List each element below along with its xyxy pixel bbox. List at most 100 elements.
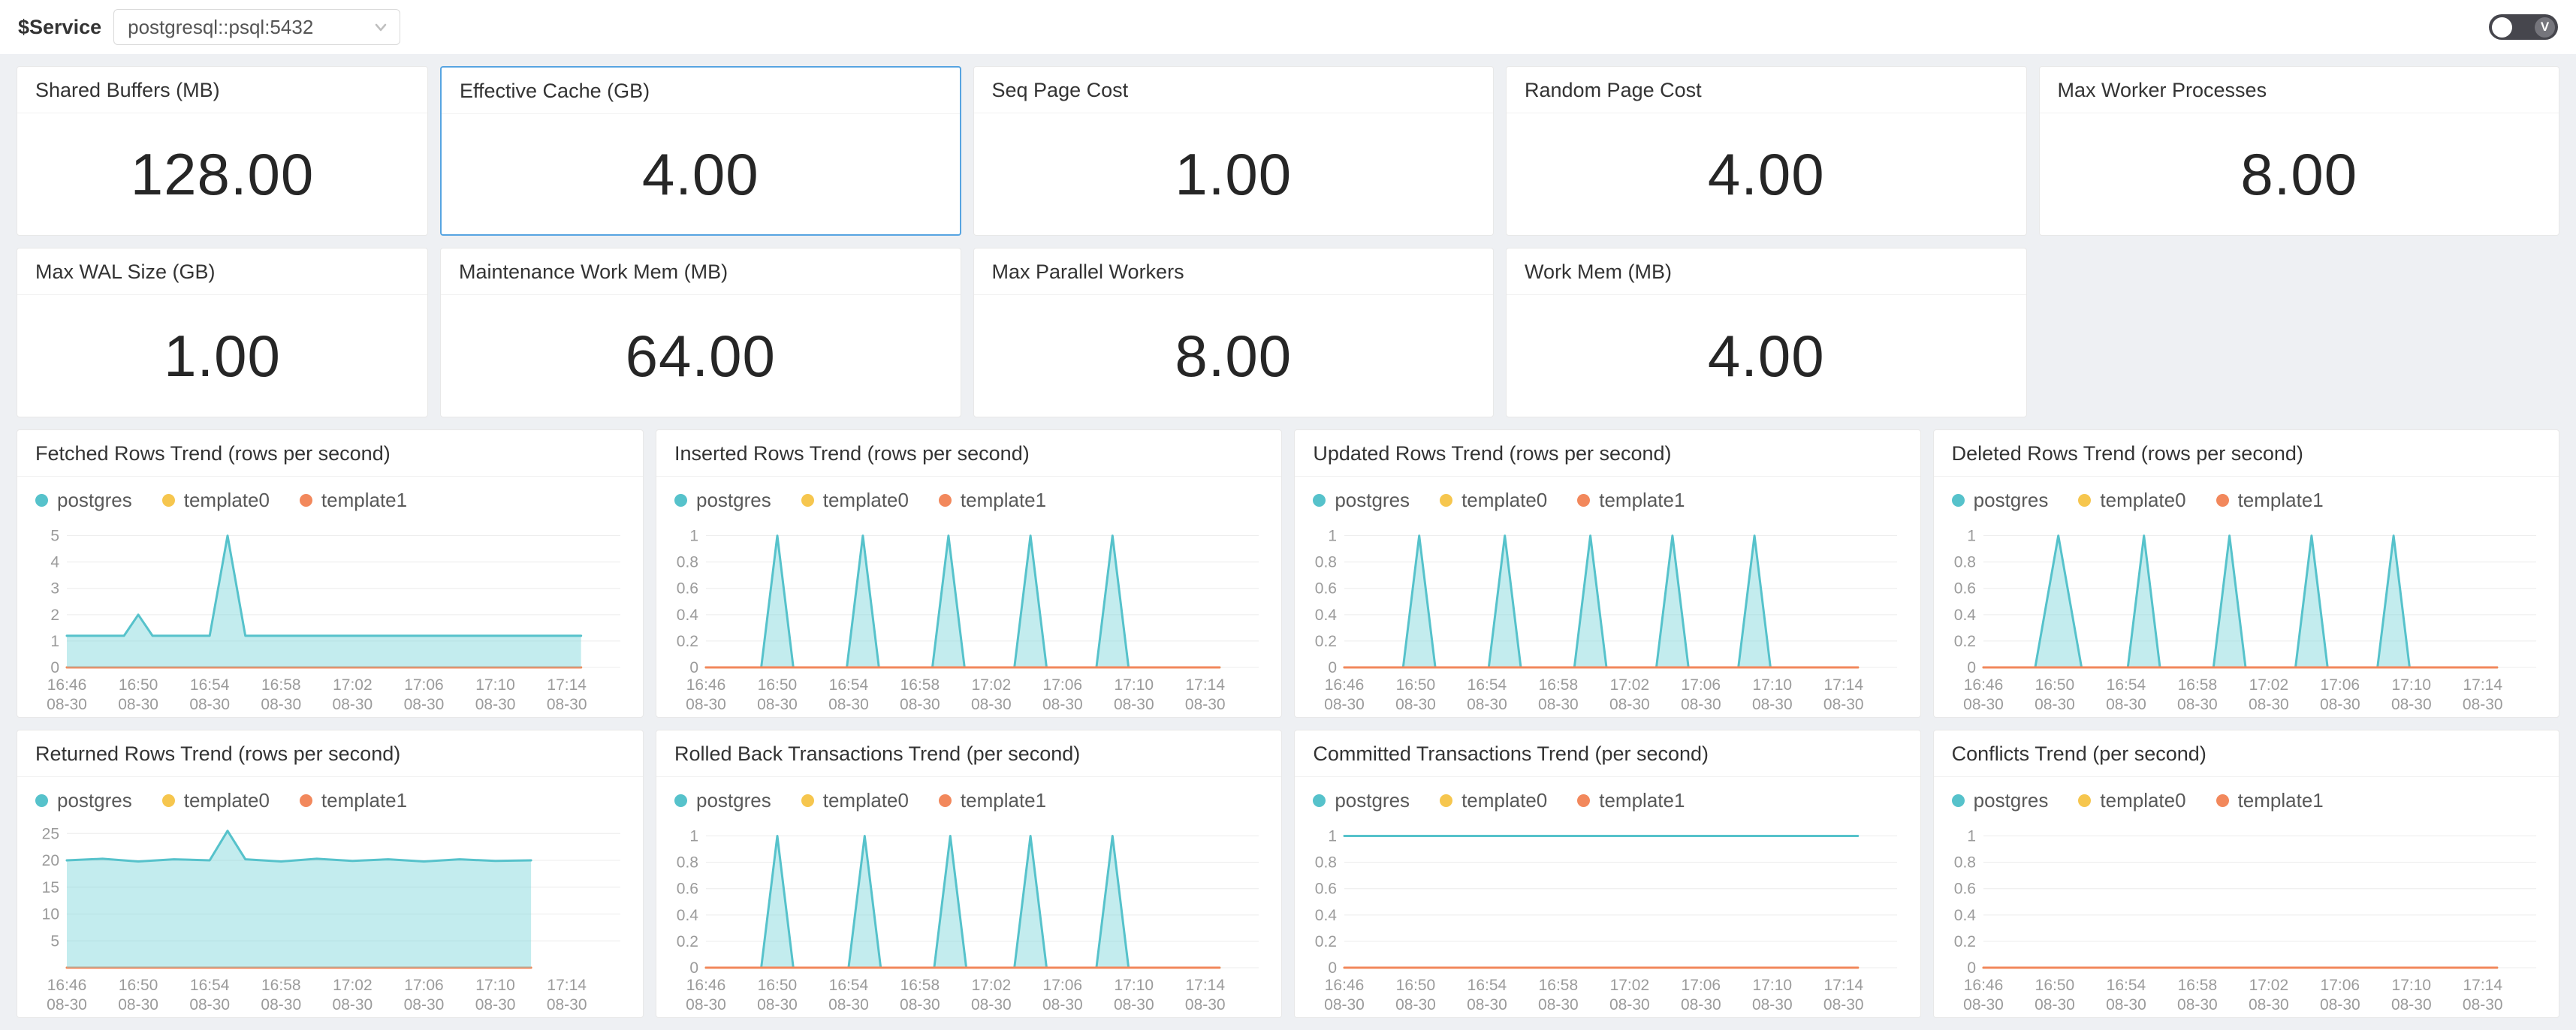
svg-text:08-30: 08-30 xyxy=(900,696,940,713)
svg-text:17:02: 17:02 xyxy=(333,977,373,994)
legend-item-template1[interactable]: template1 xyxy=(1577,489,1685,512)
chart-card-returned-rows: Returned Rows Trend (rows per second) po… xyxy=(17,730,644,1018)
legend-label: postgres xyxy=(1974,789,2049,812)
stat-card-maintenance-work-mem[interactable]: Maintenance Work Mem (MB) 64.00 xyxy=(440,248,961,417)
legend-item-template1[interactable]: template1 xyxy=(939,489,1046,512)
legend-label: postgres xyxy=(1974,489,2049,512)
legend-dot-template0 xyxy=(162,794,175,807)
svg-text:0.6: 0.6 xyxy=(1315,580,1337,598)
chart-plot-returned-rows: 51015202516:4608-3016:5008-3016:5408-301… xyxy=(17,815,643,1017)
svg-text:08-30: 08-30 xyxy=(686,996,726,1013)
legend-label: template1 xyxy=(1599,489,1685,512)
svg-text:0.4: 0.4 xyxy=(677,607,699,624)
legend-item-template1[interactable]: template1 xyxy=(2216,789,2324,812)
view-toggle-switch[interactable]: V xyxy=(2489,14,2558,40)
svg-text:17:14: 17:14 xyxy=(547,676,587,694)
svg-text:16:58: 16:58 xyxy=(2177,977,2217,994)
stat-card-max-parallel-workers[interactable]: Max Parallel Workers 8.00 xyxy=(973,248,1495,417)
legend-dot-template1 xyxy=(2216,794,2229,807)
stat-card-shared-buffers[interactable]: Shared Buffers (MB) 128.00 xyxy=(17,66,428,236)
svg-text:08-30: 08-30 xyxy=(2249,996,2289,1013)
svg-text:08-30: 08-30 xyxy=(47,696,87,713)
svg-text:1: 1 xyxy=(50,633,59,650)
legend-dot-template0 xyxy=(1440,794,1452,807)
chart-plot-conflicts: 00.20.40.60.8116:4608-3016:5008-3016:540… xyxy=(1934,815,2559,1017)
service-variable-label: $Service xyxy=(18,16,101,39)
legend-label: template1 xyxy=(321,489,407,512)
legend-item-template0[interactable]: template0 xyxy=(2078,489,2185,512)
stat-card-max-worker-processes[interactable]: Max Worker Processes 8.00 xyxy=(2039,66,2560,236)
chart-plot-rolled-back-transactions: 00.20.40.60.8116:4608-3016:5008-3016:540… xyxy=(656,815,1281,1017)
svg-text:16:50: 16:50 xyxy=(119,977,158,994)
chart-card-inserted-rows: Inserted Rows Trend (rows per second) po… xyxy=(656,429,1282,718)
svg-text:08-30: 08-30 xyxy=(1538,996,1579,1013)
legend-item-postgres[interactable]: postgres xyxy=(1952,489,2049,512)
svg-text:0: 0 xyxy=(1967,959,1976,977)
svg-text:17:02: 17:02 xyxy=(1610,676,1650,694)
legend-item-postgres[interactable]: postgres xyxy=(1952,789,2049,812)
legend-label: postgres xyxy=(1335,789,1410,812)
svg-text:16:50: 16:50 xyxy=(119,676,158,694)
legend-item-template1[interactable]: template1 xyxy=(939,789,1046,812)
legend-item-postgres[interactable]: postgres xyxy=(674,789,771,812)
legend-label: template0 xyxy=(1461,789,1547,812)
legend-label: postgres xyxy=(57,489,132,512)
legend-item-postgres[interactable]: postgres xyxy=(35,489,132,512)
chart-legend: postgres template0 template1 xyxy=(17,477,643,515)
chevron-down-icon xyxy=(373,19,389,35)
svg-text:1: 1 xyxy=(1967,828,1976,845)
legend-item-template1[interactable]: template1 xyxy=(300,489,407,512)
stat-value: 128.00 xyxy=(17,113,427,235)
legend-item-template0[interactable]: template0 xyxy=(2078,789,2185,812)
stat-title: Maintenance Work Mem (MB) xyxy=(441,248,961,295)
svg-text:17:14: 17:14 xyxy=(1824,676,1864,694)
legend-item-template1[interactable]: template1 xyxy=(300,789,407,812)
service-select[interactable]: postgresql::psql:5432 xyxy=(113,9,400,45)
chart-plot-updated-rows: 00.20.40.60.8116:4608-3016:5008-3016:540… xyxy=(1295,515,1920,717)
legend-item-template0[interactable]: template0 xyxy=(1440,489,1547,512)
legend-item-template1[interactable]: template1 xyxy=(1577,789,1685,812)
svg-text:0.8: 0.8 xyxy=(677,854,698,872)
stat-value: 8.00 xyxy=(2040,113,2559,235)
legend-item-template0[interactable]: template0 xyxy=(1440,789,1547,812)
legend-item-postgres[interactable]: postgres xyxy=(674,489,771,512)
chart-title: Rolled Back Transactions Trend (per seco… xyxy=(656,730,1281,777)
stat-card-random-page-cost[interactable]: Random Page Cost 4.00 xyxy=(1506,66,2027,236)
stat-card-work-mem[interactable]: Work Mem (MB) 4.00 xyxy=(1506,248,2027,417)
legend-item-postgres[interactable]: postgres xyxy=(1313,789,1410,812)
stat-title: Max WAL Size (GB) xyxy=(17,248,427,295)
svg-text:0.2: 0.2 xyxy=(677,933,698,950)
svg-text:0: 0 xyxy=(689,659,698,676)
svg-text:17:10: 17:10 xyxy=(1753,977,1793,994)
svg-text:15: 15 xyxy=(42,879,59,896)
svg-text:0.8: 0.8 xyxy=(677,554,698,571)
topbar: $Service postgresql::psql:5432 V xyxy=(0,0,2576,54)
legend-label: template0 xyxy=(2100,789,2185,812)
svg-text:08-30: 08-30 xyxy=(475,696,516,713)
legend-item-template0[interactable]: template0 xyxy=(162,789,270,812)
legend-item-template0[interactable]: template0 xyxy=(162,489,270,512)
svg-text:16:58: 16:58 xyxy=(261,676,301,694)
stat-card-seq-page-cost[interactable]: Seq Page Cost 1.00 xyxy=(973,66,1495,236)
legend-item-postgres[interactable]: postgres xyxy=(1313,489,1410,512)
svg-text:16:46: 16:46 xyxy=(1963,977,2003,994)
legend-item-postgres[interactable]: postgres xyxy=(35,789,132,812)
stat-card-max-wal-size[interactable]: Max WAL Size (GB) 1.00 xyxy=(17,248,428,417)
svg-text:08-30: 08-30 xyxy=(1467,696,1507,713)
svg-text:16:46: 16:46 xyxy=(47,676,87,694)
legend-dot-postgres xyxy=(35,794,48,807)
legend-dot-template1 xyxy=(300,494,312,507)
svg-text:16:58: 16:58 xyxy=(2177,676,2217,694)
svg-text:17:14: 17:14 xyxy=(1824,977,1864,994)
svg-text:0.4: 0.4 xyxy=(1315,907,1338,924)
svg-text:08-30: 08-30 xyxy=(2391,996,2432,1013)
chart-title: Conflicts Trend (per second) xyxy=(1934,730,2559,777)
legend-label: postgres xyxy=(696,789,771,812)
legend-label: template1 xyxy=(961,789,1046,812)
svg-text:08-30: 08-30 xyxy=(47,996,87,1013)
legend-item-template1[interactable]: template1 xyxy=(2216,489,2324,512)
legend-item-template0[interactable]: template0 xyxy=(801,789,909,812)
legend-item-template0[interactable]: template0 xyxy=(801,489,909,512)
stat-card-effective-cache[interactable]: Effective Cache (GB) 4.00 xyxy=(440,66,961,236)
svg-text:0: 0 xyxy=(1329,659,1338,676)
